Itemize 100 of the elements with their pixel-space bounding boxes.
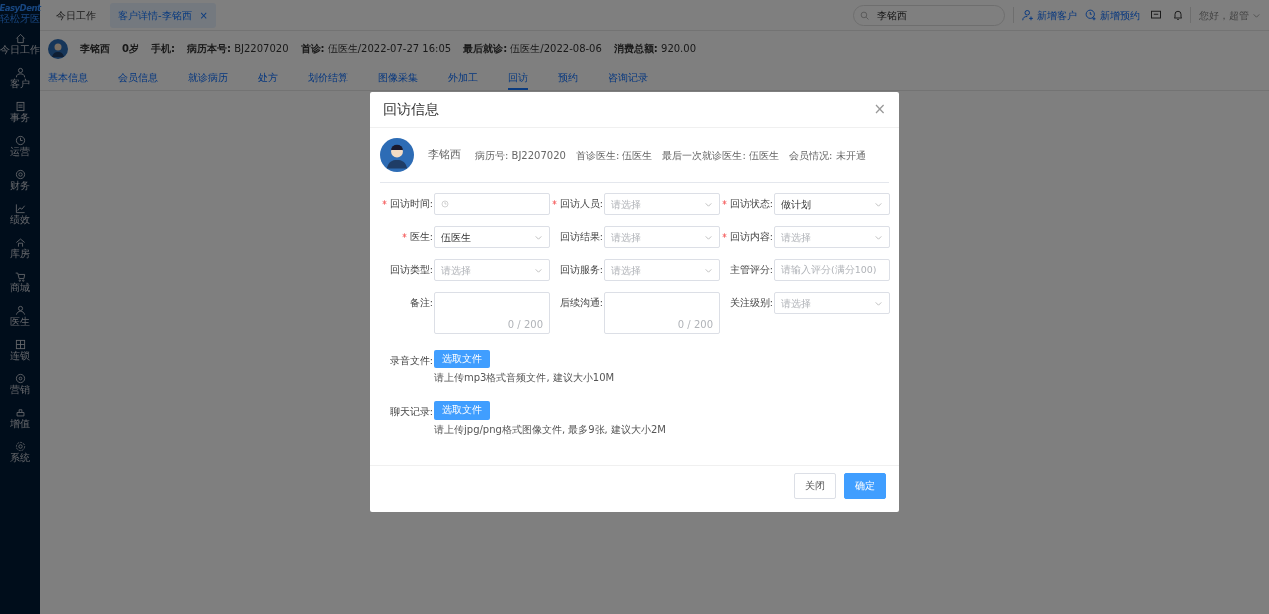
header-action-link[interactable]: 新增预约 (1085, 7, 1140, 23)
detail-tab[interactable]: 回访 (508, 66, 528, 90)
tab-close-button[interactable]: × (199, 9, 208, 21)
detail-tab[interactable]: 会员信息 (118, 66, 158, 90)
detail-tab[interactable]: 咨询记录 (608, 66, 648, 90)
sidebar-item[interactable]: 医生 (0, 302, 40, 330)
sidebar-item[interactable]: 事务 (0, 98, 40, 126)
character-counter: 0 / 200 (507, 318, 543, 332)
field-label: 备注: (408, 296, 433, 310)
patient-info-text: 最后一次就诊医生: 伍医生 (662, 148, 780, 163)
patient-name: 李铭西 (80, 42, 110, 56)
patient-info-item: 消费总额: 920.00 (613, 42, 696, 56)
select-field[interactable]: 请选择 (434, 259, 550, 281)
field-label: 回访状态: (720, 193, 773, 215)
bell-icon[interactable] (1172, 9, 1184, 21)
cart-icon (14, 270, 26, 282)
clock-icon (441, 200, 449, 208)
home-icon (14, 32, 26, 44)
asterisk-icon (381, 200, 387, 205)
patient-info-item: 病历本号: BJ2207020 (186, 42, 289, 56)
detail-tab[interactable]: 外加工 (448, 66, 478, 90)
select-field[interactable]: 请选择 (774, 292, 890, 314)
dialog-button[interactable]: 确定 (844, 472, 886, 499)
add-clock-icon (1085, 9, 1097, 21)
upload-hint: 请上传jpg/png格式图像文件, 最多9张, 建议大小2M (434, 422, 666, 437)
field-label: 回访结果: (558, 230, 603, 244)
page-tab[interactable]: 客户详情-李铭西 × (110, 2, 216, 28)
select-field[interactable]: 伍医生 (434, 226, 550, 248)
field-label: 后续沟通: (558, 296, 603, 310)
search-icon (860, 10, 869, 20)
patient-info-item: 手机: (150, 42, 175, 56)
user-icon (14, 66, 26, 78)
field-label: 回访内容: (720, 226, 773, 248)
detail-tab[interactable]: 划价结算 (308, 66, 348, 90)
field-label: 关注级别: (728, 296, 773, 310)
asterisk-icon (551, 200, 557, 205)
field-label: 回访服务: (558, 263, 603, 277)
sidebar-item[interactable]: 增值 (0, 404, 40, 432)
sidebar-item[interactable]: 营销 (0, 370, 40, 398)
field-label: 录音文件: (388, 354, 433, 368)
choose-file-button[interactable]: 选取文件 (434, 350, 490, 369)
page-tab[interactable]: 今日工作 (48, 2, 104, 28)
select-field[interactable]: 做计划 (774, 193, 890, 215)
dialog-title: 回访信息 (383, 100, 439, 119)
logo-subtitle: 轻松牙医 (0, 12, 40, 24)
select-field[interactable]: 请选择 (604, 193, 720, 215)
detail-tab[interactable]: 就诊病历 (188, 66, 228, 90)
select-field[interactable]: 请选择 (604, 259, 720, 281)
detail-tab[interactable]: 图像采集 (378, 66, 418, 90)
avatar (48, 38, 68, 59)
header-action-link[interactable]: 新增客户 (1022, 7, 1077, 23)
detail-tab[interactable]: 处方 (258, 66, 278, 90)
dialog-button[interactable]: 关闭 (794, 472, 836, 499)
patient-age: 0岁 (122, 42, 139, 56)
textarea-field[interactable]: 0 / 200 (434, 292, 550, 334)
choose-file-button[interactable]: 选取文件 (434, 401, 490, 420)
field-label: 回访人员: (550, 193, 603, 215)
pot-icon (14, 406, 26, 418)
detail-tab[interactable]: 预约 (558, 66, 578, 90)
document-icon (14, 100, 26, 112)
field-label: 聊天记录: (388, 405, 433, 420)
upload-hint: 请上传mp3格式音频文件, 建议大小10M (434, 371, 615, 386)
score-input-field[interactable]: 请输入评分(满分100) (774, 259, 890, 281)
detail-tab[interactable]: 基本信息 (48, 66, 88, 90)
patient-info-item: 最后就诊: 伍医生/2022-08-06 (463, 42, 602, 56)
character-counter: 0 / 200 (677, 318, 713, 332)
sidebar-item[interactable]: 连锁 (0, 336, 40, 364)
asterisk-icon (721, 233, 727, 238)
sidebar-item[interactable]: 客户 (0, 64, 40, 92)
select-field[interactable]: 请选择 (774, 226, 890, 248)
house-icon (14, 236, 26, 248)
message-icon[interactable] (1150, 9, 1162, 21)
people-icon (14, 304, 26, 316)
textarea-field[interactable]: 0 / 200 (604, 292, 720, 334)
patient-info-text: 首诊医生: 伍医生 (575, 148, 653, 163)
asterisk-icon (721, 200, 727, 205)
clock-icon (14, 134, 26, 146)
patient-info-item: 首诊: 伍医生/2022-07-27 16:05 (300, 42, 452, 56)
gear-icon (14, 440, 26, 452)
time-picker-field[interactable] (434, 193, 550, 215)
coin-icon (14, 168, 26, 180)
asterisk-icon (401, 233, 407, 238)
field-label: 回访时间: (380, 193, 433, 215)
sidebar-item[interactable]: 运营 (0, 132, 40, 160)
sidebar-item[interactable]: 财务 (0, 166, 40, 194)
patient-info-text: 病历号: BJ2207020 (475, 148, 566, 163)
sidebar-item[interactable]: 今日工作 (0, 30, 40, 58)
close-button[interactable]: × (873, 102, 886, 117)
avatar (380, 138, 414, 172)
add-user-icon (1022, 9, 1034, 21)
sidebar-item[interactable]: 商城 (0, 268, 40, 296)
sidebar-item[interactable]: 系统 (0, 438, 40, 466)
grid-icon (14, 338, 26, 350)
sidebar-item[interactable]: 绩效 (0, 200, 40, 228)
target-icon (14, 372, 26, 384)
select-field[interactable]: 请选择 (604, 226, 720, 248)
line-chart-icon (14, 202, 26, 214)
patient-name: 李铭西 (428, 146, 461, 163)
field-label: 回访类型: (388, 263, 433, 277)
sidebar-item[interactable]: 库房 (0, 234, 40, 262)
